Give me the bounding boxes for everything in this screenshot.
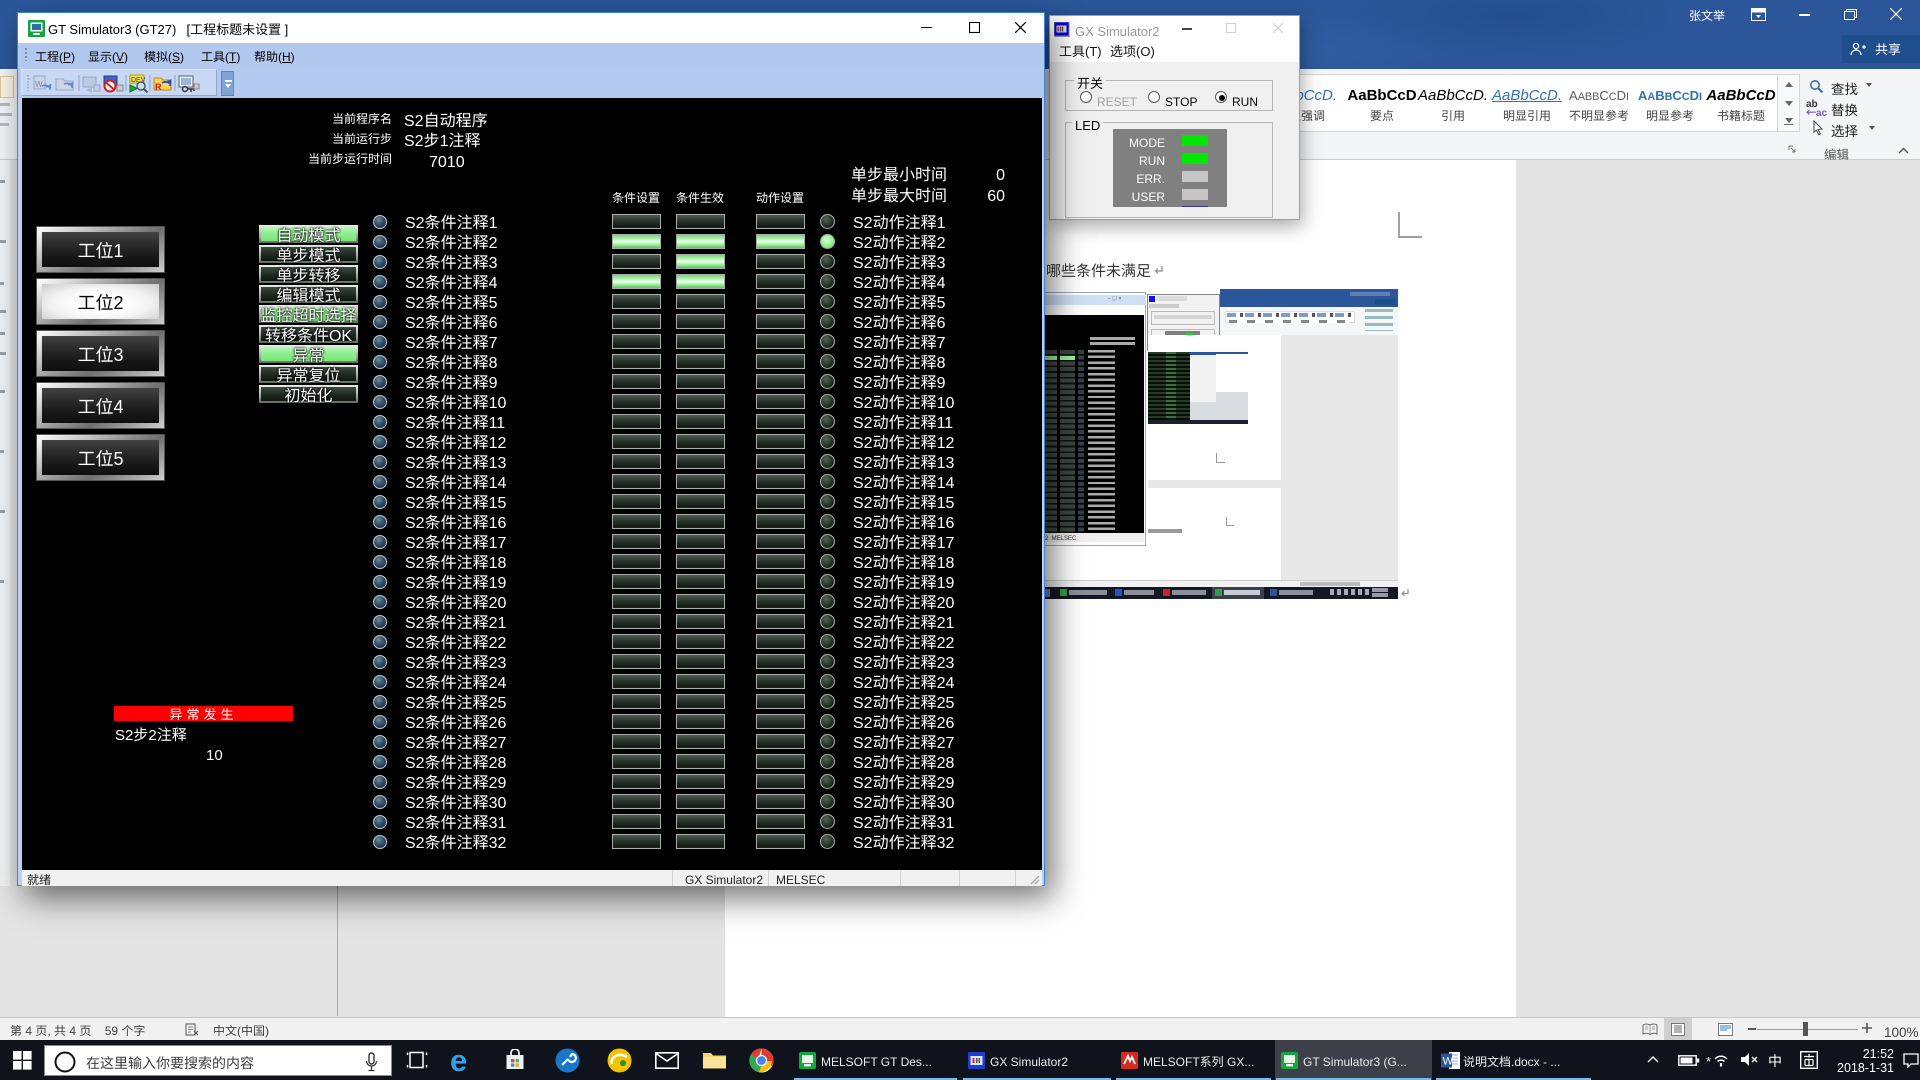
svg-text:W: W [1443, 1056, 1454, 1068]
svg-text:W: W [35, 80, 43, 89]
svg-text:R: R [155, 82, 162, 92]
